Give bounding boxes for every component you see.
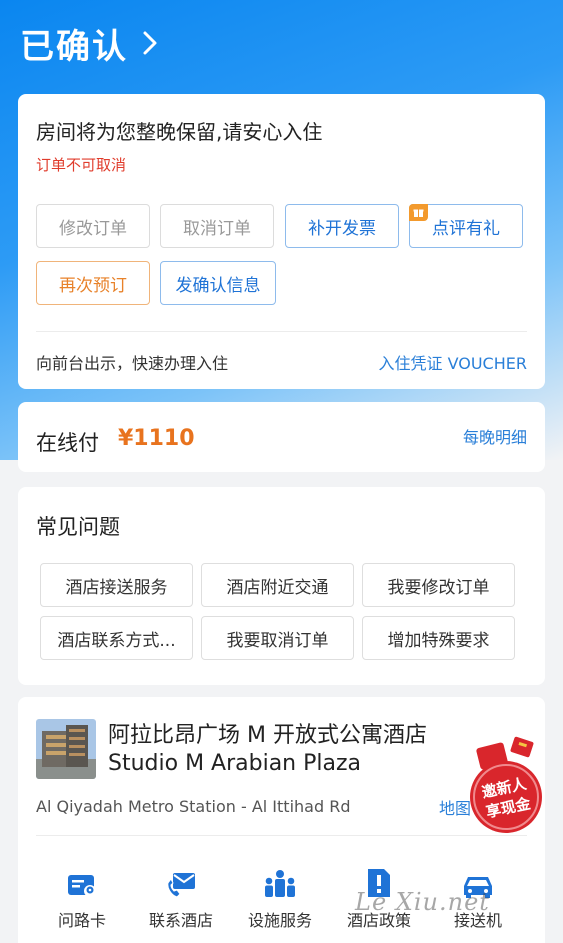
faq-item-special-request[interactable]: 增加特殊要求 [362, 616, 515, 660]
service-label: 联系酒店 [148, 911, 213, 930]
faq-item-shuttle[interactable]: 酒店接送服务 [40, 563, 193, 607]
divider [36, 835, 527, 836]
checkin-hint: 向前台出示，快速办理入住 [36, 354, 229, 373]
issue-invoice-button[interactable]: 补开发票 [285, 204, 399, 248]
cancel-order-button[interactable]: 取消订单 [160, 204, 274, 248]
payment-card: 在线付 ¥1110 每晚明细 [18, 402, 545, 472]
direction-card-icon [68, 875, 96, 897]
service-direction-card[interactable]: 问路卡 [37, 865, 127, 931]
service-facilities[interactable]: 设施服务 [235, 865, 325, 931]
payment-amount: ¥1110 [118, 426, 195, 451]
people-icon [265, 870, 295, 897]
room-reserved-notice: 房间将为您整晚保留,请安心入住 [36, 120, 323, 144]
rebook-button[interactable]: 再次预订 [36, 261, 150, 305]
chevron-right-icon [143, 31, 157, 55]
hotel-address: Al Qiyadah Metro Station - Al Ittihad Rd [36, 797, 351, 816]
checkin-voucher-link[interactable]: 入住凭证 VOUCHER [379, 350, 528, 374]
phone-icon [167, 873, 195, 898]
send-confirmation-button[interactable]: 发确认信息 [160, 261, 276, 305]
review-reward-button[interactable]: 点评有礼 [409, 204, 523, 248]
gift-icon [409, 204, 428, 221]
cancel-policy-text: 订单不可取消 [36, 156, 127, 174]
booking-status-card: 房间将为您整晚保留,请安心入住 订单不可取消 修改订单 取消订单 补开发票 点评… [18, 94, 545, 389]
page-title: 已确认 [20, 26, 128, 67]
service-label: 设施服务 [247, 911, 312, 930]
faq-card: 常见问题 酒店接送服务 酒店附近交通 我要修改订单 酒店联系方式... 我要取消… [18, 487, 545, 685]
review-reward-label: 点评有礼 [432, 218, 500, 239]
faq-item-transport[interactable]: 酒店附近交通 [201, 563, 354, 607]
payment-method-label: 在线付 [36, 431, 99, 455]
service-label: 问路卡 [57, 911, 106, 930]
faq-item-modify-order[interactable]: 我要修改订单 [362, 563, 515, 607]
service-contact-hotel[interactable]: 联系酒店 [136, 865, 226, 931]
divider [36, 331, 527, 332]
faq-title: 常见问题 [36, 515, 120, 539]
order-status-header[interactable]: 已确认 [20, 18, 158, 68]
watermark-text: Le Xiu.net [355, 888, 490, 916]
nightly-detail-link[interactable]: 每晚明细 [463, 424, 527, 448]
hotel-name-chinese[interactable]: 阿拉比昂广场 M 开放式公寓酒店 [108, 717, 427, 749]
faq-item-cancel-order[interactable]: 我要取消订单 [201, 616, 354, 660]
hotel-thumbnail[interactable] [36, 719, 96, 779]
invite-cash-promo-badge[interactable]: 邀新人 享现金 [460, 735, 552, 835]
faq-item-contact[interactable]: 酒店联系方式... [40, 616, 193, 660]
hotel-name-english[interactable]: Studio M Arabian Plaza [108, 751, 361, 776]
modify-order-button[interactable]: 修改订单 [36, 204, 150, 248]
